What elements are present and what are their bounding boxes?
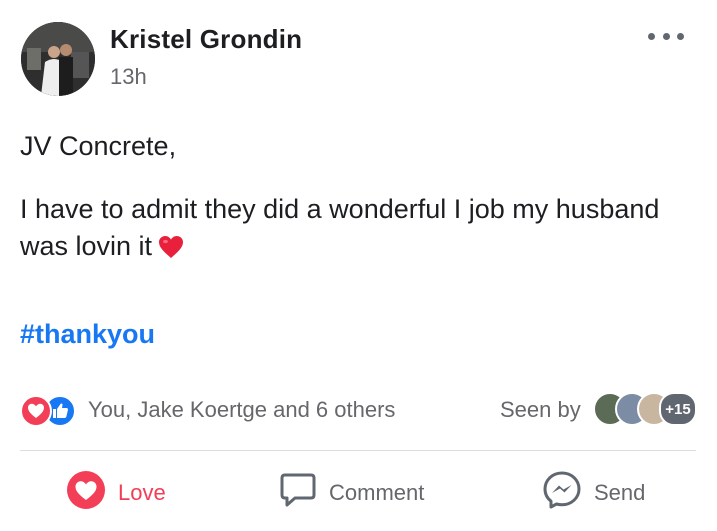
- love-icon: [20, 395, 52, 427]
- red-heart-emoji-icon: [158, 232, 184, 269]
- reaction-summary[interactable]: You, Jake Koertge and 6 others: [88, 397, 395, 423]
- comment-icon: [279, 471, 317, 515]
- messenger-icon: [542, 470, 582, 516]
- post-timestamp[interactable]: 13h: [110, 64, 147, 90]
- send-button[interactable]: Send: [542, 470, 646, 516]
- comment-label: Comment: [329, 480, 425, 505]
- love-icon: [66, 470, 106, 516]
- dot-icon: [677, 32, 684, 40]
- more-options-icon[interactable]: [648, 26, 684, 46]
- seen-more-count: +15: [659, 392, 697, 426]
- seen-by-label[interactable]: Seen by: [500, 397, 581, 423]
- seen-by-avatars[interactable]: +15: [593, 390, 703, 426]
- action-bar: Love Comment Send: [0, 465, 717, 523]
- post-header: Kristel Grondin 13h: [0, 0, 717, 110]
- post-text-line: JV Concrete,: [20, 131, 177, 161]
- send-label: Send: [594, 480, 646, 505]
- post-text-paragraph: I have to admit they did a wonderful I j…: [20, 191, 700, 269]
- divider: [20, 450, 696, 451]
- author-avatar[interactable]: [21, 22, 95, 96]
- dot-icon: [648, 32, 655, 40]
- post-body: JV Concrete, I have to admit they did a …: [20, 128, 700, 269]
- avatar-photo: [21, 22, 95, 96]
- love-button[interactable]: Love: [66, 470, 166, 516]
- hashtag-link[interactable]: #thankyou: [20, 319, 155, 350]
- dot-icon: [662, 32, 670, 40]
- post-text-line: I have to admit they did a wonderful I j…: [20, 194, 660, 261]
- author-name[interactable]: Kristel Grondin: [110, 24, 302, 55]
- reactions-row: You, Jake Koertge and 6 others Seen by +…: [20, 390, 700, 430]
- reaction-icons[interactable]: [20, 395, 84, 427]
- comment-button[interactable]: Comment: [279, 473, 424, 513]
- love-label: Love: [118, 480, 166, 505]
